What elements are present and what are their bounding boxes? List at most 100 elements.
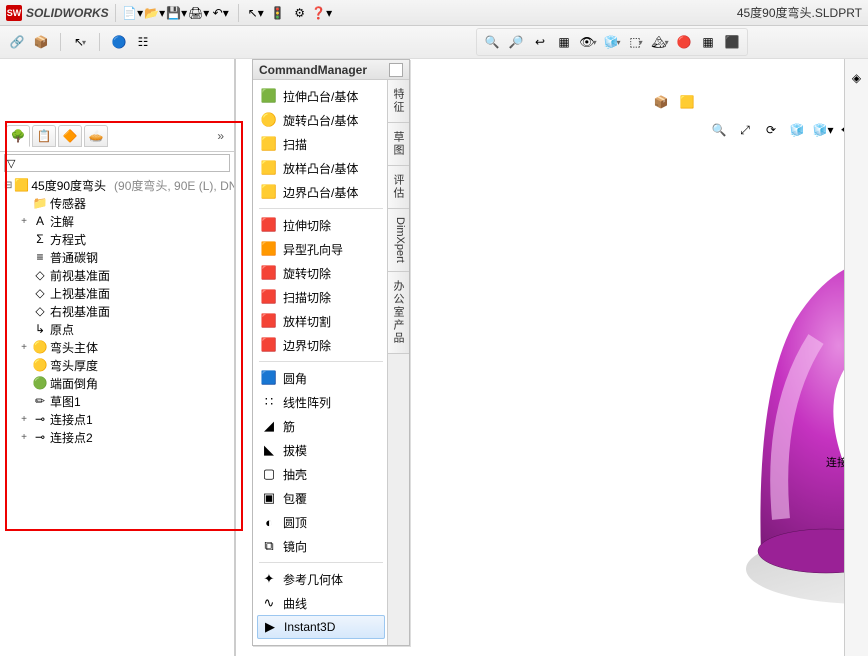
cmd-tab[interactable]: 特征	[388, 80, 409, 123]
hud-fit[interactable]: ⤢	[734, 119, 756, 141]
save-button[interactable]: 💾▾	[166, 2, 188, 24]
elbow-3d-model[interactable]	[666, 189, 868, 609]
feature-tree[interactable]: ⊟ 🟨 45度90度弯头 (90度弯头, 90E (L), DN 📁传感器+A注…	[0, 174, 234, 656]
hud-cube1[interactable]: 🧊	[786, 119, 808, 141]
help-button[interactable]: ❓▾	[311, 2, 333, 24]
render-icon: 🔴	[677, 35, 692, 49]
cmd-item[interactable]: 🟥拉伸切除	[257, 213, 385, 237]
cmd-item[interactable]: ▣包覆	[257, 486, 385, 510]
shadow-icon: ⬛	[725, 35, 740, 49]
open-button[interactable]: 📂▾	[144, 2, 166, 24]
cmd-item[interactable]: ⧉镜向	[257, 534, 385, 558]
render-button[interactable]: 🔴	[673, 31, 695, 53]
tree-item-label: 原点	[50, 321, 74, 338]
cmd-tab[interactable]: 评估	[388, 166, 409, 209]
cmd-tab[interactable]: DimXpert	[388, 209, 409, 272]
cmd-item[interactable]: ▶Instant3D	[257, 615, 385, 639]
toggle-icon[interactable]: ⊟	[4, 180, 12, 191]
shadow-button[interactable]: ⬛	[721, 31, 743, 53]
tab-property[interactable]: 📋	[32, 125, 56, 147]
section-button[interactable]: ▦	[553, 31, 575, 53]
grid-button[interactable]: ▦	[697, 31, 719, 53]
toggle-icon[interactable]: +	[18, 432, 30, 443]
appearance-button[interactable]: 🔵	[108, 31, 130, 53]
list-icon: ☷	[138, 35, 149, 49]
select-button[interactable]: ↖▾	[245, 2, 267, 24]
toggle-icon[interactable]: +	[18, 342, 30, 353]
tree-item[interactable]: Σ方程式	[4, 230, 234, 248]
cmd-item[interactable]: 🟥旋转切除	[257, 261, 385, 285]
undo-button[interactable]: ↶▾	[210, 2, 232, 24]
tree-item[interactable]: ↳原点	[4, 320, 234, 338]
cmd-item[interactable]: 🟥放样切割	[257, 309, 385, 333]
cmd-item[interactable]: ∷线性阵列	[257, 390, 385, 414]
cmd-tab[interactable]: 草图	[388, 123, 409, 166]
print-button[interactable]: 🖨▾	[188, 2, 210, 24]
scene-button[interactable]: 🏔▾	[649, 31, 671, 53]
toggle-icon[interactable]: +	[18, 216, 30, 227]
tab-dim[interactable]: 🥧	[84, 125, 108, 147]
cmd-item[interactable]: 🟨放样凸台/基体	[257, 156, 385, 180]
tree-item[interactable]: 📁传感器	[4, 194, 234, 212]
assembly-button[interactable]: 🔗	[6, 31, 28, 53]
tree-item[interactable]: ◇右视基准面	[4, 302, 234, 320]
panel-collapse-button[interactable]: »	[213, 129, 228, 143]
tree-item[interactable]: ◇上视基准面	[4, 284, 234, 302]
tree-item[interactable]: +🟡弯头主体	[4, 338, 234, 356]
tab-config[interactable]: 🔶	[58, 125, 82, 147]
cmd-item[interactable]: 🟧异型孔向导	[257, 237, 385, 261]
cmd-item[interactable]: ◣拔模	[257, 438, 385, 462]
display-button[interactable]: 🧊▾	[601, 31, 623, 53]
view-button[interactable]: 👁▾	[577, 31, 599, 53]
cmd-item[interactable]: 🟩拉伸凸台/基体	[257, 84, 385, 108]
command-manager-header[interactable]: CommandManager	[253, 60, 409, 80]
cmd-item[interactable]: 🟥扫描切除	[257, 285, 385, 309]
cmd-item[interactable]: ◢筋	[257, 414, 385, 438]
cmd-item[interactable]: ∿曲线	[257, 591, 385, 615]
hud-zoom[interactable]: 🔍	[708, 119, 730, 141]
pin-icon[interactable]	[389, 63, 403, 77]
part-button[interactable]: 📦	[30, 31, 52, 53]
cmd-item[interactable]: ▢抽壳	[257, 462, 385, 486]
filter-input[interactable]	[4, 154, 230, 172]
rebuild-button[interactable]: 🚦	[267, 2, 289, 24]
zoomarea-button[interactable]: 🔎	[505, 31, 527, 53]
cmd-tab[interactable]: 办公室产品	[388, 272, 409, 354]
task-pane[interactable]: ◈	[844, 59, 868, 656]
cmd-item-label: Instant3D	[284, 620, 335, 634]
vp-tab-1[interactable]: 📦	[650, 91, 672, 113]
tree-item[interactable]: 🟡弯头厚度	[4, 356, 234, 374]
vp-tab-2[interactable]: 🟨	[676, 91, 698, 113]
print-icon: 🖨	[188, 6, 203, 20]
cmd-item[interactable]: ✦参考几何体	[257, 567, 385, 591]
cmd-item[interactable]: 🟡旋转凸台/基体	[257, 108, 385, 132]
cmd-item[interactable]: 🟨边界凸台/基体	[257, 180, 385, 204]
tree-item[interactable]: 🟢端面倒角	[4, 374, 234, 392]
tab-feature-tree[interactable]: 🌳	[6, 125, 30, 147]
tree-item[interactable]: ✏草图1	[4, 392, 234, 410]
filter-row	[0, 152, 234, 174]
prev-button[interactable]: ↩	[529, 31, 551, 53]
tree-root[interactable]: ⊟ 🟨 45度90度弯头 (90度弯头, 90E (L), DN	[4, 176, 234, 194]
taskpane-triad[interactable]: ◈	[846, 67, 868, 89]
cursor-button[interactable]: ↖▾	[69, 31, 91, 53]
cmd-item[interactable]: ◐圆顶	[257, 510, 385, 534]
cmd-item[interactable]: 🟦圆角	[257, 366, 385, 390]
tree-item[interactable]: +A注解	[4, 212, 234, 230]
toggle-icon[interactable]: +	[18, 414, 30, 425]
tree-item[interactable]: +⊸连接点2	[4, 428, 234, 446]
tree-item[interactable]: +⊸连接点1	[4, 410, 234, 428]
hud-rotate[interactable]: ⟳	[760, 119, 782, 141]
cmd-item[interactable]: 🟥边界切除	[257, 333, 385, 357]
cmd-item[interactable]: 🟨扫描	[257, 132, 385, 156]
tree-item[interactable]: ≡普通碳钢	[4, 248, 234, 266]
tree-item[interactable]: ◇前视基准面	[4, 266, 234, 284]
list-button[interactable]: ☷	[132, 31, 154, 53]
new-button[interactable]: 📄▾	[122, 2, 144, 24]
cmd-item-label: 线性阵列	[283, 394, 331, 411]
edge-button[interactable]: ⬚▾	[625, 31, 647, 53]
hud-cube2[interactable]: 🧊▾	[812, 119, 834, 141]
zoom-button[interactable]: 🔍	[481, 31, 503, 53]
options-button[interactable]: ⚙	[289, 2, 311, 24]
cube-icon: 🧊	[790, 123, 805, 137]
